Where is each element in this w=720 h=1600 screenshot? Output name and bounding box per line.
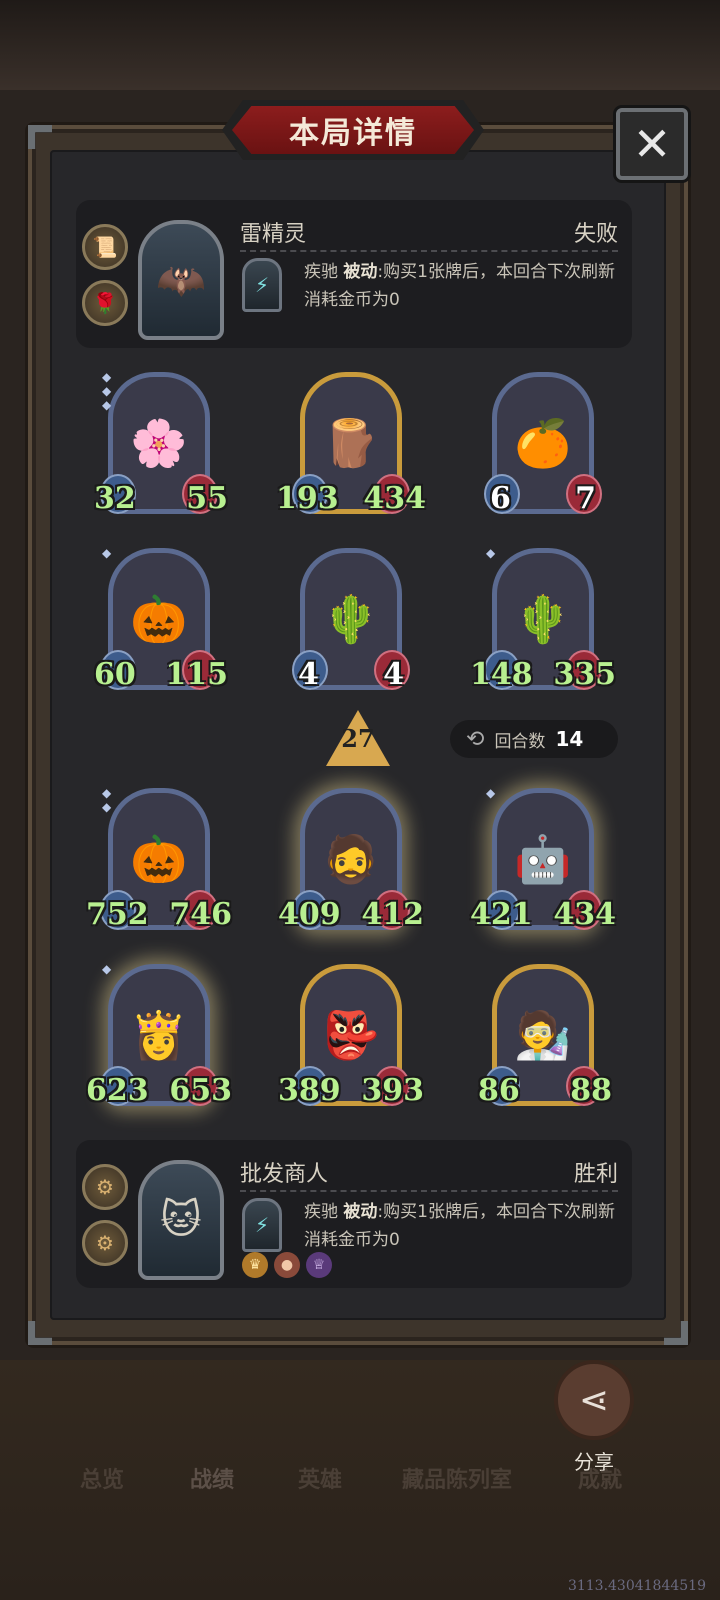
- divider: [240, 250, 618, 252]
- divider: [240, 1190, 618, 1192]
- skill-name: 疾驰: [304, 1202, 338, 1222]
- unit-attack: 86: [478, 1073, 520, 1108]
- close-button[interactable]: ✕: [616, 108, 688, 180]
- trophy-badge[interactable]: ♕: [306, 1252, 332, 1278]
- coordinate-readout: 3113.43041844519: [567, 1578, 706, 1594]
- unit-stars: ◆: [486, 546, 496, 560]
- player-badges: ♛ ● ♕: [242, 1252, 332, 1278]
- player-result: 胜利: [573, 1162, 618, 1187]
- unit-health: 88: [570, 1073, 612, 1108]
- opponent-skill: 疾驰 被动:购买1张牌后，本回合下次刷新消耗金币为0: [304, 258, 620, 314]
- tab-heroes[interactable]: 英雄: [298, 1462, 342, 1494]
- unit-attack: 752: [86, 897, 149, 932]
- enemy-unit-2[interactable]: 🪵 193 434: [276, 368, 426, 518]
- unit-attack: 32: [94, 481, 136, 516]
- unit-health: 7: [575, 481, 596, 516]
- unit-health: 412: [361, 897, 424, 932]
- unit-stars: ◆: [486, 786, 496, 800]
- background-top: [0, 0, 720, 90]
- gear-coin-icon[interactable]: ⚙: [82, 1164, 128, 1210]
- unit-stars: ◆ ◆: [102, 786, 112, 814]
- unit-health: 434: [363, 481, 426, 516]
- skill-name: 疾驰: [304, 262, 338, 282]
- my-unit-3[interactable]: 🤖 ◆ 421 434: [470, 784, 616, 934]
- share-button[interactable]: ⋖: [554, 1360, 634, 1440]
- unit-health: 55: [186, 481, 228, 516]
- enemy-unit-6[interactable]: 🌵 ◆ 148 335: [470, 544, 616, 694]
- round-label: 回合数: [494, 731, 546, 752]
- player-items: ⚙ ⚙: [82, 1164, 132, 1276]
- share-icon: ⋖: [578, 1379, 610, 1421]
- enemy-unit-5[interactable]: 🌵 4 4: [292, 544, 410, 694]
- unit-attack: 389: [278, 1073, 341, 1108]
- unit-health: 335: [553, 657, 616, 692]
- unit-health: 393: [361, 1073, 424, 1108]
- opponent-portrait[interactable]: 🦇: [138, 220, 224, 340]
- tab-overview[interactable]: 总览: [80, 1462, 124, 1494]
- skill-icon[interactable]: ⚡: [242, 1198, 282, 1252]
- my-unit-4[interactable]: 👸 ◆ 623 653: [86, 960, 232, 1110]
- player-name: 批发商人: [240, 1162, 329, 1187]
- player-portrait[interactable]: 🐱: [138, 1160, 224, 1280]
- unit-attack: 421: [470, 897, 533, 932]
- opponent-result: 失败: [573, 222, 618, 247]
- skill-type: 被动: [343, 1202, 378, 1222]
- unit-health: 434: [553, 897, 616, 932]
- opponent-card: 📜 🌹 🦇 雷精灵 失败 ⚡ 疾驰 被动:购买1张牌后，本回合下次刷新消耗金币为…: [76, 200, 632, 348]
- unit-stars: ◆: [102, 962, 112, 976]
- unit-health: 4: [383, 657, 404, 692]
- unit-attack: 148: [470, 657, 533, 692]
- unit-attack: 409: [278, 897, 341, 932]
- tab-achievements[interactable]: 成就: [578, 1462, 622, 1494]
- enemy-unit-3[interactable]: 🍊 6 7: [484, 368, 602, 518]
- unit-attack: 6: [490, 481, 511, 516]
- unit-health: 115: [165, 657, 228, 692]
- unit-stars: ◆: [102, 546, 112, 560]
- my-unit-5[interactable]: 👺 389 393: [278, 960, 424, 1110]
- level-indicator: 27: [341, 724, 375, 753]
- my-unit-1[interactable]: 🎃 ◆ ◆ 752 746: [86, 784, 232, 934]
- enemy-unit-1[interactable]: 🌸 ◆ ◆ ◆ 32 55: [94, 368, 228, 518]
- opponent-name: 雷精灵: [240, 222, 307, 247]
- unit-health: 653: [169, 1073, 232, 1108]
- gear-coin-icon[interactable]: ⚙: [82, 1220, 128, 1266]
- page-title: 本局详情: [232, 106, 474, 154]
- scroll-icon[interactable]: 📜: [82, 224, 128, 270]
- unit-stars: ◆ ◆ ◆: [102, 370, 112, 412]
- unit-attack: 4: [298, 657, 319, 692]
- my-unit-6[interactable]: 🧑‍🔬 86 88: [478, 960, 612, 1110]
- opponent-items: 📜 🌹: [82, 224, 132, 336]
- tab-records[interactable]: 战绩: [190, 1462, 234, 1494]
- rose-icon[interactable]: 🌹: [82, 280, 128, 326]
- skill-type: 被动: [343, 262, 378, 282]
- my-unit-2[interactable]: 🧔 409 412: [278, 784, 424, 934]
- unit-health: 746: [169, 897, 232, 932]
- enemy-unit-4[interactable]: 🎃 ◆ 60 115: [94, 544, 228, 694]
- player-skill: 疾驰 被动:购买1张牌后，本回合下次刷新消耗金币为0: [304, 1198, 620, 1254]
- crown-badge[interactable]: ♛: [242, 1252, 268, 1278]
- round-value: 14: [555, 727, 584, 751]
- coin-badge[interactable]: ●: [274, 1252, 300, 1278]
- unit-attack: 623: [86, 1073, 149, 1108]
- repeat-icon: ⟲: [466, 726, 485, 752]
- close-icon: ✕: [632, 117, 672, 171]
- player-card: ⚙ ⚙ 🐱 批发商人 胜利 ⚡ 疾驰 被动:购买1张牌后，本回合下次刷新消耗金币…: [76, 1140, 632, 1288]
- unit-attack: 193: [276, 481, 339, 516]
- unit-attack: 60: [94, 657, 136, 692]
- round-counter: ⟲ 回合数 14: [450, 720, 618, 758]
- tab-collection[interactable]: 藏品陈列室: [402, 1462, 512, 1494]
- skill-icon[interactable]: ⚡: [242, 258, 282, 312]
